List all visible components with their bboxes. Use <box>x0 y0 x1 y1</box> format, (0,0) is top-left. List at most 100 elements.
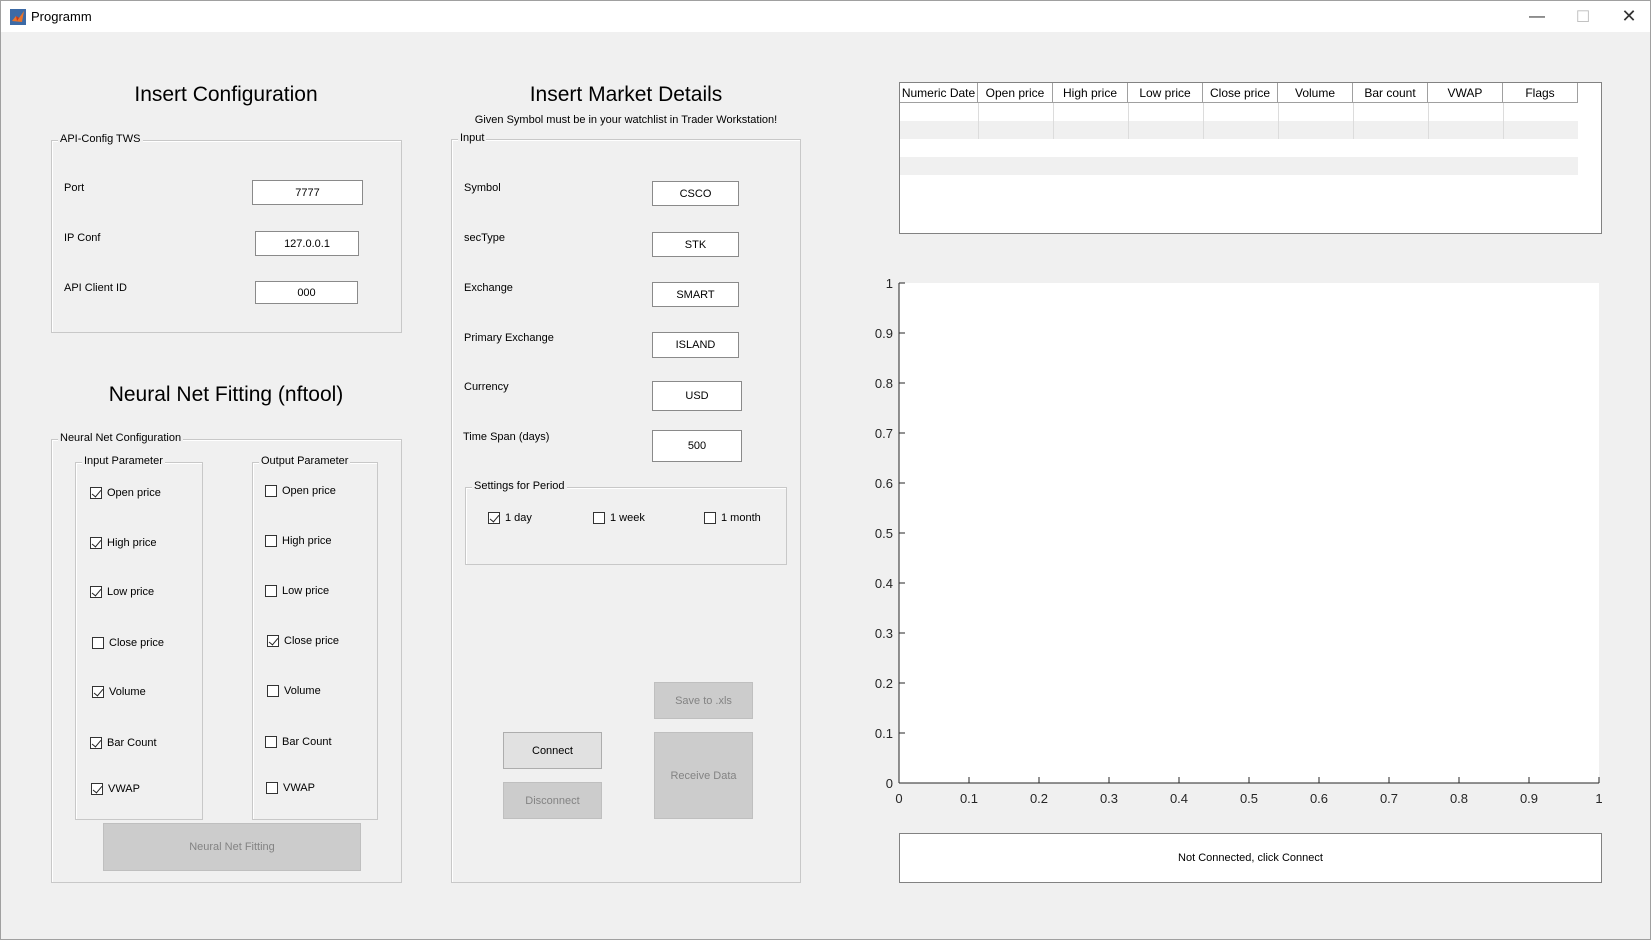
checkbox-label: 1 month <box>721 512 761 524</box>
checkbox-label: Volume <box>284 685 321 697</box>
x-tick-label: 0.9 <box>1520 791 1538 806</box>
checkbox-box[interactable] <box>267 635 279 647</box>
x-tick-label: 0.2 <box>1030 791 1048 806</box>
checkbox-label: Open price <box>282 485 336 497</box>
maximize-button[interactable]: ☐ <box>1560 1 1606 32</box>
checkbox-label: VWAP <box>283 782 315 794</box>
neural-net-fitting-button[interactable]: Neural Net Fitting <box>103 823 361 871</box>
col-open-price[interactable]: Open price <box>978 83 1053 103</box>
exchange-input[interactable]: SMART <box>652 282 739 307</box>
ip-input[interactable]: 127.0.0.1 <box>255 231 359 256</box>
checkbox-label: Bar Count <box>282 736 332 748</box>
checkbox-box[interactable] <box>267 685 279 697</box>
col-close-price[interactable]: Close price <box>1203 83 1278 103</box>
col-volume[interactable]: Volume <box>1278 83 1353 103</box>
table-row[interactable] <box>900 139 1578 157</box>
checkbox-box[interactable] <box>90 586 102 598</box>
currency-label: Currency <box>464 381 509 393</box>
y-tick-label: 0 <box>886 776 893 791</box>
close-button[interactable]: ✕ <box>1606 1 1651 32</box>
output-barcount-checkbox[interactable]: Bar Count <box>265 736 332 748</box>
checkbox-box[interactable] <box>704 512 716 524</box>
checkbox-box[interactable] <box>265 585 277 597</box>
checkbox-box[interactable] <box>90 487 102 499</box>
client-id-input[interactable]: 000 <box>255 281 358 304</box>
output-high-checkbox[interactable]: High price <box>265 535 332 547</box>
col-vwap[interactable]: VWAP <box>1428 83 1503 103</box>
x-tick-label: 1 <box>1595 791 1602 806</box>
checkbox-box[interactable] <box>265 485 277 497</box>
primary-exchange-label: Primary Exchange <box>464 332 554 344</box>
checkbox-box[interactable] <box>265 736 277 748</box>
y-tick-label: 0.3 <box>875 626 893 641</box>
api-config-title: API-Config TWS <box>58 133 143 145</box>
input-close-checkbox[interactable]: Close price <box>92 637 164 649</box>
period-1week-checkbox[interactable]: 1 week <box>593 512 645 524</box>
table-grid <box>978 103 1504 139</box>
disconnect-button[interactable]: Disconnect <box>503 782 602 819</box>
output-vwap-checkbox[interactable]: VWAP <box>266 782 315 794</box>
checkbox-label: VWAP <box>108 783 140 795</box>
nn-heading: Neural Net Fitting (nftool) <box>108 383 344 406</box>
connect-button[interactable]: Connect <box>503 732 602 769</box>
input-open-checkbox[interactable]: Open price <box>90 487 161 499</box>
col-numeric-date[interactable]: Numeric Date <box>900 83 978 103</box>
table-row[interactable] <box>900 157 1578 175</box>
timespan-input[interactable]: 500 <box>652 430 742 462</box>
output-param-title: Output Parameter <box>259 455 351 467</box>
period-1month-checkbox[interactable]: 1 month <box>704 512 761 524</box>
port-label: Port <box>64 182 85 194</box>
save-xls-button[interactable]: Save to .xls <box>654 682 753 719</box>
checkbox-box[interactable] <box>266 782 278 794</box>
checkbox-label: Low price <box>107 586 155 598</box>
col-flags[interactable]: Flags <box>1503 83 1578 103</box>
checkbox-box[interactable] <box>91 783 103 795</box>
checkbox-label: High price <box>107 537 157 549</box>
checkbox-label: 1 week <box>610 512 645 524</box>
y-tick-label: 0.5 <box>875 526 893 541</box>
client-id-label: API Client ID <box>64 282 127 294</box>
checkbox-box[interactable] <box>265 535 277 547</box>
currency-input[interactable]: USD <box>652 381 742 411</box>
y-tick-label: 0.7 <box>875 426 893 441</box>
primary-exchange-input[interactable]: ISLAND <box>652 332 739 358</box>
y-tick-label: 0.6 <box>875 476 893 491</box>
y-tick-label: 0.2 <box>875 676 893 691</box>
sectype-input[interactable]: STK <box>652 232 739 257</box>
output-low-checkbox[interactable]: Low price <box>265 585 329 597</box>
checkbox-box[interactable] <box>92 686 104 698</box>
output-open-checkbox[interactable]: Open price <box>265 485 336 497</box>
period-1day-checkbox[interactable]: 1 day <box>488 512 532 524</box>
col-low-price[interactable]: Low price <box>1128 83 1203 103</box>
input-high-checkbox[interactable]: High price <box>90 537 157 549</box>
y-tick-label: 0.4 <box>875 576 893 591</box>
input-low-checkbox[interactable]: Low price <box>90 586 154 598</box>
x-tick-label: 0.1 <box>960 791 978 806</box>
symbol-input[interactable]: CSCO <box>652 181 739 206</box>
checkbox-box[interactable] <box>90 737 102 749</box>
checkbox-label: Close price <box>284 635 340 647</box>
receive-data-button[interactable]: Receive Data <box>654 732 753 819</box>
sectype-label: secType <box>464 232 505 244</box>
connection-status: Not Connected, click Connect <box>899 833 1602 883</box>
period-title: Settings for Period <box>472 480 567 492</box>
checkbox-box[interactable] <box>593 512 605 524</box>
data-table[interactable]: Numeric Date Open price High price Low p… <box>899 82 1602 234</box>
col-high-price[interactable]: High price <box>1053 83 1128 103</box>
output-close-checkbox[interactable]: Close price <box>267 635 339 647</box>
output-volume-checkbox[interactable]: Volume <box>267 685 321 697</box>
checkbox-label: High price <box>282 535 332 547</box>
x-tick-label: 0.5 <box>1240 791 1258 806</box>
checkbox-box[interactable] <box>488 512 500 524</box>
input-volume-checkbox[interactable]: Volume <box>92 686 146 698</box>
price-chart[interactable]: 0 0.1 0.2 0.3 0.4 0.5 0.6 0.7 0.8 0.9 1 0 0.1 0.2 0.3 0… <box>861 271 1621 811</box>
input-barcount-checkbox[interactable]: Bar Count <box>90 737 157 749</box>
input-vwap-checkbox[interactable]: VWAP <box>91 783 140 795</box>
checkbox-box[interactable] <box>92 637 104 649</box>
checkbox-box[interactable] <box>90 537 102 549</box>
port-input[interactable]: 7777 <box>252 180 363 205</box>
exchange-label: Exchange <box>464 282 513 294</box>
minimize-button[interactable]: — <box>1514 1 1560 32</box>
col-bar-count[interactable]: Bar count <box>1353 83 1428 103</box>
x-tick-label: 0.7 <box>1380 791 1398 806</box>
